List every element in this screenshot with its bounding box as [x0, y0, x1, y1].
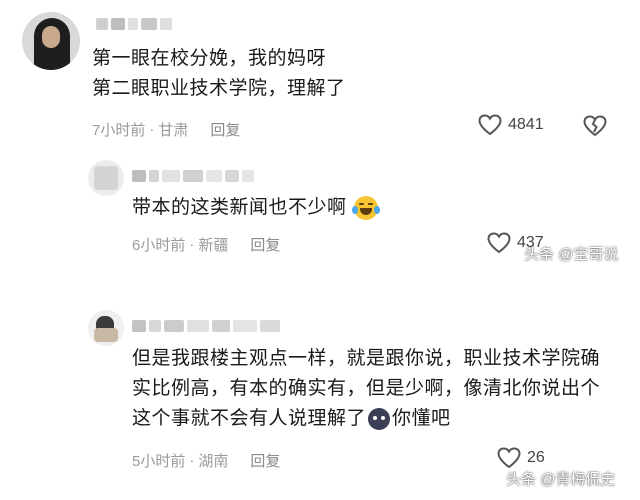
separator: ·	[149, 121, 155, 138]
comment-line: 第二眼职业技术学院，理解了	[92, 78, 346, 99]
watermark: 头条 @青梅侃史	[506, 471, 616, 488]
heart-outline-icon	[487, 232, 511, 254]
broken-heart-icon	[583, 115, 607, 137]
location: 新疆	[198, 237, 229, 254]
username-redacted[interactable]	[132, 320, 280, 332]
comment-line: 这个事就不会有人说理解了 你懂吧	[132, 404, 612, 434]
comment-text: 带本的这类新闻也不少啊	[132, 193, 512, 223]
comment-text: 第一眼在校分娩，我的妈呀 第二眼职业技术学院，理解了	[92, 44, 512, 104]
location: 湖南	[198, 453, 229, 470]
watermark: 头条 @宝哥说	[524, 246, 619, 263]
reply-button[interactable]: 回复	[250, 234, 280, 255]
dislike-button[interactable]	[583, 115, 607, 142]
username-redacted[interactable]	[96, 18, 172, 30]
like-count: 4841	[508, 116, 544, 133]
comment-line: 带本的这类新闻也不少啊	[132, 197, 347, 218]
comment-text: 但是我跟楼主观点一样，就是跟你说，职业技术学院确 实比例高，有本的确实有，但是少…	[132, 344, 612, 434]
timestamp: 5小时前	[132, 453, 186, 470]
username-redacted[interactable]	[132, 170, 254, 182]
like-button[interactable]: 4841	[478, 114, 544, 136]
comment-line: 实比例高，有本的确实有，但是少啊，像清北你说出个	[132, 378, 601, 399]
comment-line-text: 这个事就不会有人说理解了	[132, 408, 367, 429]
dark-face-emoji	[368, 407, 391, 430]
heart-outline-icon	[497, 447, 521, 469]
separator: ·	[189, 452, 195, 469]
comment-meta: 6小时前 · 新疆 回复	[132, 234, 280, 255]
timestamp: 6小时前	[132, 237, 186, 254]
like-button[interactable]: 26	[497, 447, 545, 469]
reply-button[interactable]: 回复	[250, 450, 280, 471]
comment-line-suffix: 你懂吧	[392, 408, 451, 429]
avatar[interactable]	[88, 160, 124, 196]
avatar[interactable]	[88, 310, 124, 346]
heart-outline-icon	[478, 114, 502, 136]
comment-meta: 7小时前 · 甘肃 回复	[92, 119, 240, 140]
location: 甘肃	[158, 122, 189, 139]
comment-line: 第一眼在校分娩，我的妈呀	[92, 48, 327, 69]
reply-button[interactable]: 回复	[210, 119, 240, 140]
like-count: 26	[527, 449, 545, 466]
timestamp: 7小时前	[92, 122, 146, 139]
separator: ·	[189, 236, 195, 253]
comment-meta: 5小时前 · 湖南 回复	[132, 450, 280, 471]
laughing-tears-emoji	[352, 195, 381, 220]
comment-line: 但是我跟楼主观点一样，就是跟你说，职业技术学院确	[132, 348, 601, 369]
avatar[interactable]	[22, 12, 80, 70]
